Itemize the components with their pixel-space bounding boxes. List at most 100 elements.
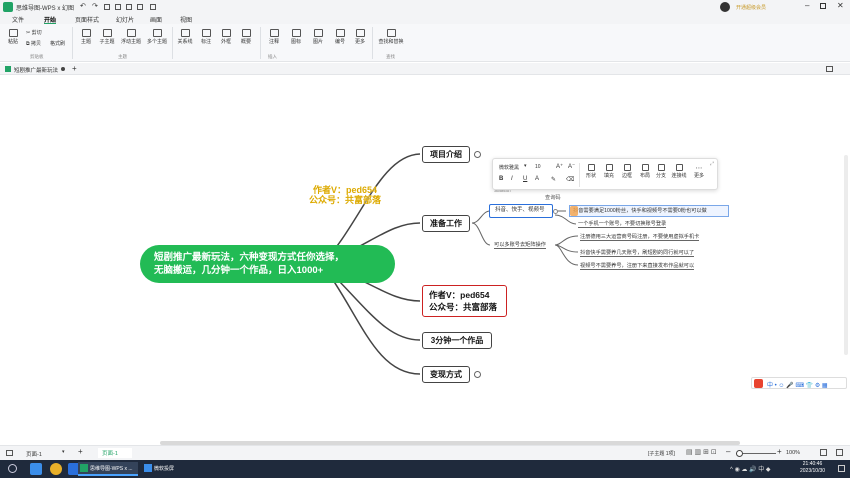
branch-monetization[interactable]: 变现方式 (422, 366, 470, 383)
node-one-phone[interactable]: 一个手机一个账号，不要切换账号登录 (578, 220, 667, 228)
underline-icon[interactable]: U (523, 176, 527, 182)
floating-topic-button[interactable]: 浮动主题 (120, 29, 142, 45)
fill-tool[interactable]: 填充 (601, 164, 617, 179)
node-requirement[interactable]: 抖音需要满足1000粉丝，快手和视频号不需要0粉也可以做 (569, 205, 729, 217)
menu-file[interactable]: 文件 (12, 15, 24, 24)
clock: 21:40:46 2023/10/30 (800, 461, 826, 474)
windows-start-icon[interactable] (30, 463, 42, 475)
undo-icon[interactable]: ↶ (80, 2, 86, 10)
open-icon[interactable] (126, 4, 132, 10)
system-tray-icons[interactable]: ^ ◉ ☁ 🔊 中 ◆ (730, 464, 770, 473)
bold-icon[interactable]: B (499, 176, 503, 182)
clear-format-icon[interactable]: ⌫ (566, 176, 574, 183)
highlight-icon[interactable]: ✎ (551, 176, 556, 183)
branch-lines (321, 153, 579, 375)
connector-tool[interactable]: 连接线 (669, 164, 689, 179)
font-size-select[interactable]: 10 (535, 164, 541, 170)
avatar[interactable] (720, 2, 730, 12)
cut-button[interactable]: ✂ 剪切 (26, 29, 42, 36)
boundary-button[interactable]: 外框 (218, 29, 234, 45)
fullscreen-icon[interactable] (836, 449, 843, 456)
zoom-out-button[interactable]: – (726, 447, 730, 456)
callout-button[interactable]: 标注 (198, 29, 214, 45)
add-tab-button[interactable]: + (72, 64, 77, 73)
find-replace-button[interactable]: 查找和替换 (376, 29, 406, 45)
note-indicator-icon[interactable] (474, 151, 481, 158)
chrome-icon[interactable] (50, 463, 62, 475)
zoom-slider-thumb[interactable] (736, 450, 743, 457)
shape-tool[interactable]: 形状 (583, 164, 599, 179)
panel-toggle-icon[interactable] (826, 66, 833, 72)
save-icon[interactable] (104, 4, 110, 10)
vertical-scrollbar[interactable] (844, 155, 848, 355)
taskbar: 思维导图-WPS x ... 微软投屏 ^ ◉ ☁ 🔊 中 ◆ 21:40:46… (0, 460, 850, 478)
mindmap-app-icon (80, 464, 88, 472)
note-indicator-icon[interactable] (474, 371, 481, 378)
zoom-in-button[interactable]: + (777, 447, 782, 456)
more-tool[interactable]: ⋯ 更多 (691, 164, 707, 179)
format-painter-button[interactable]: 格式刷 (50, 40, 65, 47)
multi-topic-button[interactable]: 多个主题 (145, 29, 169, 45)
more-insert-button[interactable]: 更多 (352, 29, 368, 45)
border-tool[interactable]: 边框 (619, 164, 635, 179)
shrink-font-icon[interactable]: A⁻ (568, 163, 575, 170)
page-selector[interactable]: 页面-1 (26, 450, 42, 458)
more-dots-icon: ⋯ (695, 165, 703, 172)
vip-badge[interactable]: 开通超级会员 (736, 4, 766, 11)
page-tab[interactable]: 页面-1 (98, 448, 132, 458)
topic-button[interactable]: 主题 (78, 29, 94, 45)
copy-button[interactable]: ⧉ 拷贝 (26, 40, 41, 47)
image-button[interactable]: 图片 (310, 29, 326, 45)
node-matrix[interactable]: 可以多账号去矩阵操作 (494, 241, 546, 249)
node-matrix-item-3[interactable]: 视频号不需要养号，注册下来直接发布作品就可以 (580, 262, 695, 270)
grow-font-icon[interactable]: A⁺ (556, 163, 563, 170)
export-icon[interactable] (150, 4, 156, 10)
menu-slides[interactable]: 幻灯片 (116, 15, 134, 24)
relation-line-button[interactable]: 关系线 (175, 29, 195, 45)
branch-preparation[interactable]: 准备工作 (422, 215, 470, 232)
redo-icon[interactable]: ↷ (92, 2, 98, 10)
menu-page-style[interactable]: 页面样式 (75, 15, 99, 24)
node-platforms-selected[interactable]: 抖音、快手、视频号 (489, 204, 553, 218)
numbering-button[interactable]: 编号 (332, 29, 348, 45)
icon-button[interactable]: 图标 (288, 29, 304, 45)
branch-project-intro[interactable]: 项目介绍 (422, 146, 470, 163)
branch-three-minutes[interactable]: 3分钟一个作品 (422, 332, 492, 349)
print-icon[interactable] (137, 4, 143, 10)
close-button[interactable]: ✕ (837, 1, 844, 10)
search-icon[interactable] (8, 464, 17, 473)
document-tab[interactable]: 短剧推广最新玩法 (14, 66, 58, 74)
notification-icon[interactable] (838, 465, 845, 472)
taskbar-app-projection[interactable]: 微软投屏 (142, 462, 190, 476)
zoom-level[interactable]: 100% (786, 450, 800, 456)
input-method-toolbar[interactable]: 中 • ☺ 🎤 ⌨ 👕 ⚙ ▦ (751, 377, 847, 389)
font-family-select[interactable]: 微软雅黑 (499, 164, 519, 171)
fit-screen-icon[interactable] (820, 449, 827, 456)
outline-toggle-icon[interactable] (6, 450, 13, 456)
maximize-button[interactable] (820, 3, 826, 9)
paste-button[interactable]: 粘贴 (5, 29, 21, 45)
mindmap-canvas[interactable]: 短剧推广最新玩法，六种变现方式任你选择， 无脑搬运，几分钟一个作品，日入1000… (0, 75, 850, 445)
menu-canvas[interactable]: 画面 (150, 15, 162, 24)
layout-tool[interactable]: 布局 (637, 164, 653, 179)
view-icons[interactable]: ▤ ▥ ⊞ ⊡ (686, 448, 717, 456)
node-matrix-item-2[interactable]: 抖音快手需要养几天账号，刷短剧的同行就可以了 (580, 249, 695, 257)
node-matrix-item-1[interactable]: 注册德用三大运营商号码注册，不要使用虚拟手机卡 (580, 233, 700, 241)
taskbar-app-mindmap[interactable]: 思维导图-WPS x ... (78, 462, 138, 476)
minimize-button[interactable]: – (805, 1, 809, 10)
summary-button[interactable]: 概要 (238, 29, 254, 45)
selection-count: [子主题 1项] (648, 451, 675, 457)
font-color-icon[interactable]: A (535, 176, 539, 182)
new-icon[interactable] (115, 4, 121, 10)
menu-view[interactable]: 视图 (180, 15, 192, 24)
subtopic-button[interactable]: 子主题 (97, 29, 117, 45)
branch-author-contact[interactable]: 作者V：ped654 公众号：共富部落 (422, 285, 507, 317)
root-node[interactable]: 短剧推广最新玩法，六种变现方式任你选择， 无脑搬运，几分钟一个作品，日入1000… (140, 245, 395, 283)
italic-icon[interactable]: I (511, 176, 513, 182)
expand-toolbar-icon[interactable]: ⤢ (710, 161, 714, 167)
branch-tool[interactable]: 分支 (653, 164, 669, 179)
add-page-button[interactable]: + (78, 447, 83, 456)
note-button[interactable]: 注释 (266, 29, 282, 45)
collapse-toggle-icon[interactable] (553, 209, 558, 214)
doc-icon (5, 66, 11, 72)
